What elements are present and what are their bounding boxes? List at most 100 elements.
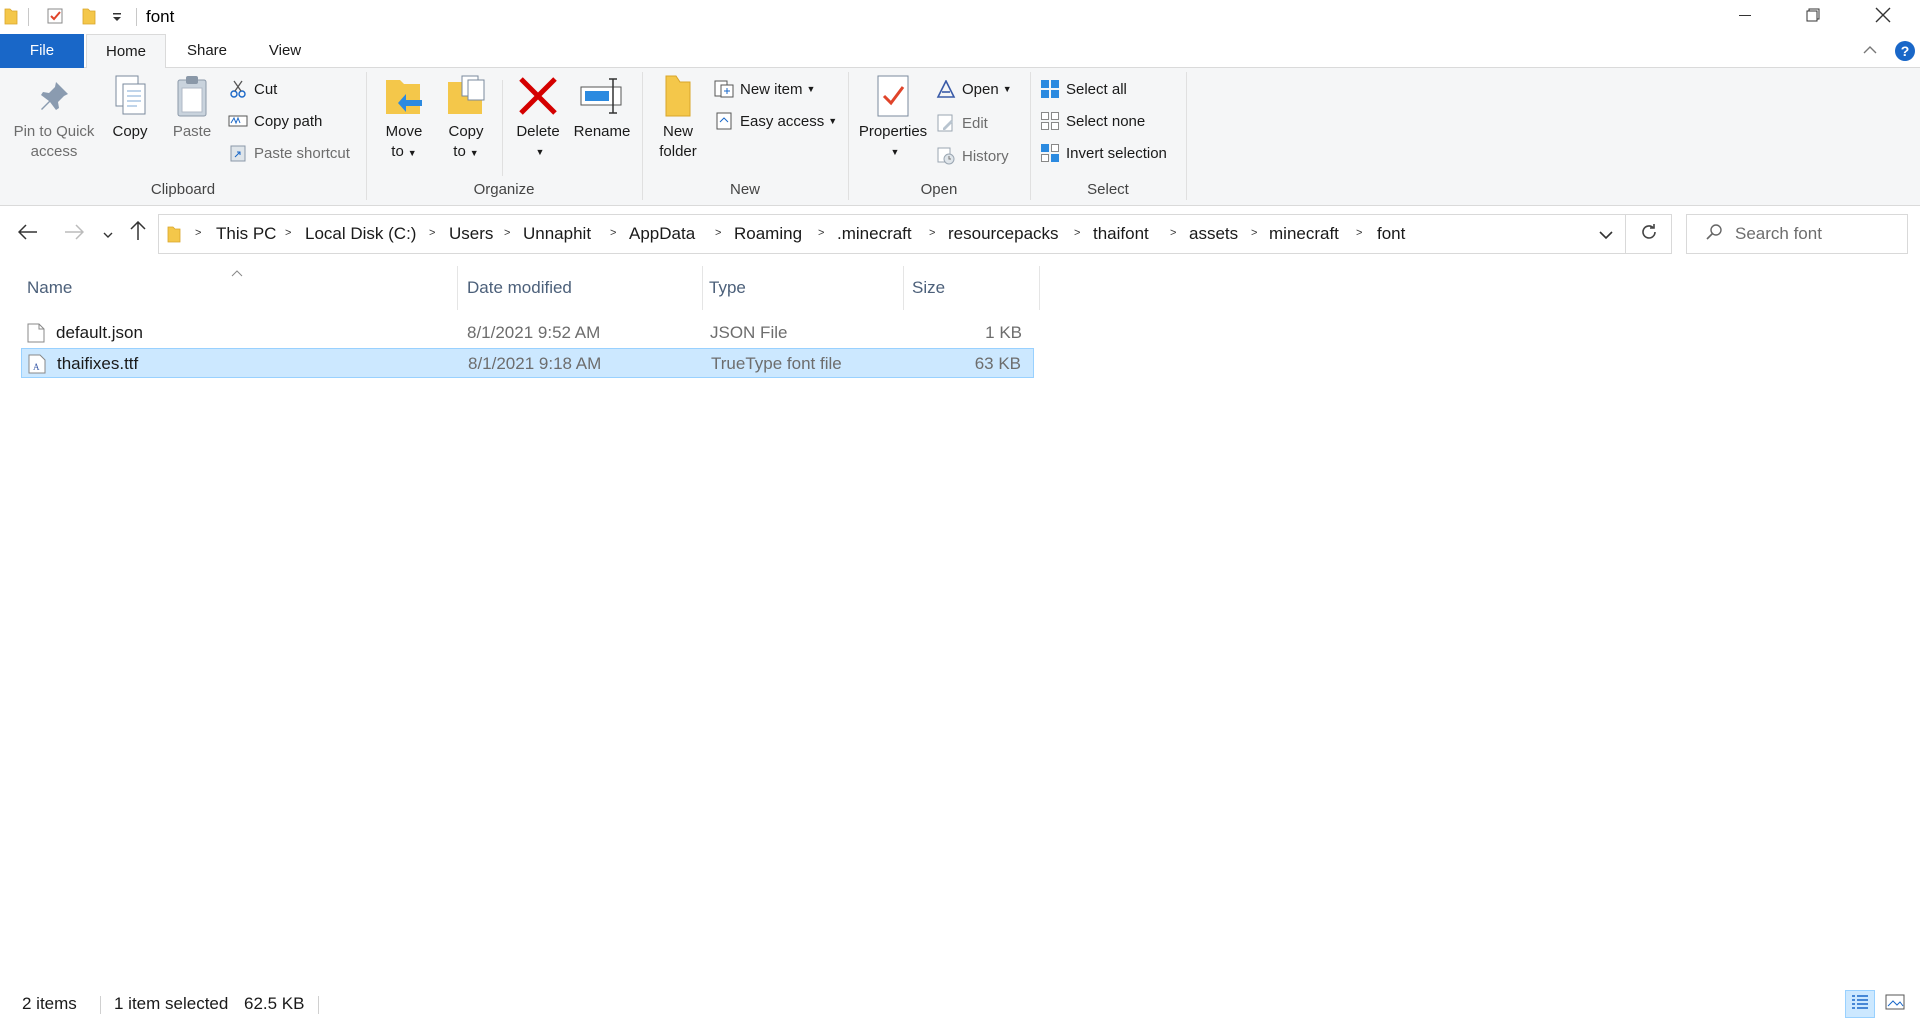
new-folder-button[interactable]: New folder <box>650 72 706 162</box>
move-to-label-line2: to ▼ <box>391 143 417 160</box>
breadcrumb-separator-icon[interactable]: > <box>1356 227 1362 239</box>
pin-to-quick-access-button[interactable]: Pin to Quick access <box>6 72 102 162</box>
breadcrumb-item[interactable]: assets <box>1189 224 1238 244</box>
paste-shortcut-icon <box>228 143 248 163</box>
breadcrumb-separator-icon[interactable]: > <box>818 227 824 239</box>
easy-access-label: Easy access <box>740 112 825 130</box>
edit-button[interactable]: Edit <box>936 110 988 136</box>
column-header-type[interactable]: Type <box>703 266 904 310</box>
new-folder-label-line1: New <box>662 123 693 140</box>
address-bar[interactable]: > This PC > Local Disk (C:) > Users > Unnaphit >… <box>158 214 1626 254</box>
address-dropdown-chevron-icon[interactable] <box>1597 225 1615 247</box>
column-header-name[interactable]: Name <box>21 266 458 310</box>
back-button[interactable] <box>14 220 42 248</box>
copy-path-button[interactable]: Copy path <box>228 108 322 134</box>
open-button[interactable]: Open ▼ <box>936 76 1012 102</box>
select-none-button[interactable]: Select none <box>1040 108 1145 134</box>
file-size: 63 KB <box>974 354 1021 373</box>
new-item-button[interactable]: New item ▼ <box>714 76 815 102</box>
minimize-button[interactable] <box>1710 0 1780 34</box>
breadcrumb-separator-icon[interactable]: > <box>1251 227 1257 239</box>
help-icon[interactable]: ? <box>1894 40 1916 66</box>
search-box[interactable]: Search font <box>1686 214 1908 254</box>
window-title: font <box>146 7 175 26</box>
breadcrumb-item[interactable]: thaifont <box>1093 224 1149 244</box>
rename-button[interactable]: Rename <box>570 72 634 142</box>
paste-shortcut-button[interactable]: Paste shortcut <box>228 140 350 166</box>
breadcrumb-separator-icon[interactable]: > <box>715 227 721 239</box>
customize-qat-icon[interactable] <box>110 7 128 25</box>
large-icons-view-icon <box>1885 994 1905 1014</box>
restore-button[interactable] <box>1778 0 1848 34</box>
tab-view[interactable]: View <box>252 34 318 68</box>
up-arrow-icon <box>130 220 146 247</box>
breadcrumb-item[interactable]: Unnaphit <box>523 224 591 244</box>
back-arrow-icon <box>17 223 38 246</box>
invert-selection-button[interactable]: Invert selection <box>1040 140 1167 166</box>
properties-check-icon[interactable] <box>46 7 64 25</box>
svg-text:?: ? <box>1901 43 1910 59</box>
tab-file[interactable]: File <box>0 34 84 68</box>
copy-path-label: Copy path <box>254 112 323 130</box>
breadcrumb-item[interactable]: This PC <box>216 224 276 244</box>
easy-access-button[interactable]: Easy access ▼ <box>714 108 837 134</box>
easy-access-icon <box>714 111 734 131</box>
invert-selection-icon <box>1040 143 1060 163</box>
close-button[interactable] <box>1848 0 1918 34</box>
properties-dropdown-icon[interactable]: ▼ <box>891 142 900 162</box>
breadcrumb-item[interactable]: Local Disk (C:) <box>305 224 416 244</box>
breadcrumb-item[interactable]: AppData <box>629 224 695 244</box>
breadcrumb-separator-icon[interactable]: > <box>504 227 510 239</box>
breadcrumb-item[interactable]: resourcepacks <box>948 224 1059 244</box>
up-button[interactable] <box>124 220 152 248</box>
column-header-row: Name Date modified Type Size <box>0 266 1040 310</box>
breadcrumb-item[interactable]: Roaming <box>734 224 802 244</box>
breadcrumb-separator-icon[interactable]: > <box>1074 227 1080 239</box>
recent-locations-button[interactable] <box>96 220 120 248</box>
forward-button[interactable] <box>60 220 88 248</box>
breadcrumb-item[interactable]: font <box>1377 224 1405 244</box>
breadcrumb-separator-icon[interactable]: > <box>195 227 201 239</box>
breadcrumb-item[interactable]: .minecraft <box>837 224 912 244</box>
file-row[interactable]: default.json 8/1/2021 9:52 AM JSON File 1 K… <box>21 318 1034 348</box>
breadcrumb-item[interactable]: minecraft <box>1269 224 1339 244</box>
history-label: History <box>962 147 1009 165</box>
copy-button[interactable]: Copy <box>104 72 156 142</box>
details-view-button[interactable] <box>1845 990 1875 1018</box>
refresh-button[interactable] <box>1626 214 1672 254</box>
properties-button[interactable]: Properties ▼ <box>852 72 934 162</box>
breadcrumb-separator-icon[interactable]: > <box>610 227 616 239</box>
collapse-ribbon-icon[interactable] <box>1862 42 1878 62</box>
breadcrumb-separator-icon[interactable]: > <box>429 227 435 239</box>
breadcrumb-item[interactable]: Users <box>449 224 493 244</box>
breadcrumb-separator-icon[interactable]: > <box>929 227 935 239</box>
select-all-button[interactable]: Select all <box>1040 76 1127 102</box>
delete-x-icon <box>514 72 562 120</box>
paste-button[interactable]: Paste <box>164 72 220 142</box>
tab-home[interactable]: Home <box>86 34 166 69</box>
breadcrumb-separator-icon[interactable]: > <box>1170 227 1176 239</box>
file-size: 1 KB <box>985 323 1022 342</box>
large-icons-view-button[interactable] <box>1880 990 1910 1018</box>
column-header-date-modified[interactable]: Date modified <box>461 266 703 310</box>
copy-to-button[interactable]: Copy to ▼ <box>438 72 494 163</box>
tab-share[interactable]: Share <box>172 34 242 68</box>
cut-button[interactable]: Cut <box>228 76 277 102</box>
select-all-label: Select all <box>1066 80 1127 98</box>
file-row[interactable]: Athaifixes.ttf 8/1/2021 9:18 AM TrueType f… <box>21 348 1034 378</box>
move-to-button[interactable]: Move to ▼ <box>376 72 432 163</box>
new-folder-icon[interactable] <box>82 7 100 25</box>
history-button[interactable]: History <box>936 143 1009 169</box>
column-header-size[interactable]: Size <box>906 266 1040 310</box>
json-file-icon <box>27 323 45 348</box>
breadcrumb-separator-icon[interactable]: > <box>285 227 291 239</box>
chevron-down-icon <box>102 223 114 246</box>
selection-size: 62.5 KB <box>244 994 305 1013</box>
delete-dropdown-icon[interactable]: ▼ <box>536 142 545 162</box>
search-input[interactable]: Search font <box>1735 224 1822 244</box>
pin-label-line2: access <box>30 143 78 160</box>
status-bar: 2 items 1 item selected 62.5 KB <box>0 986 1920 1020</box>
delete-button[interactable]: Delete ▼ <box>510 72 566 162</box>
paste-shortcut-label: Paste shortcut <box>254 144 350 162</box>
open-icon <box>936 79 956 99</box>
